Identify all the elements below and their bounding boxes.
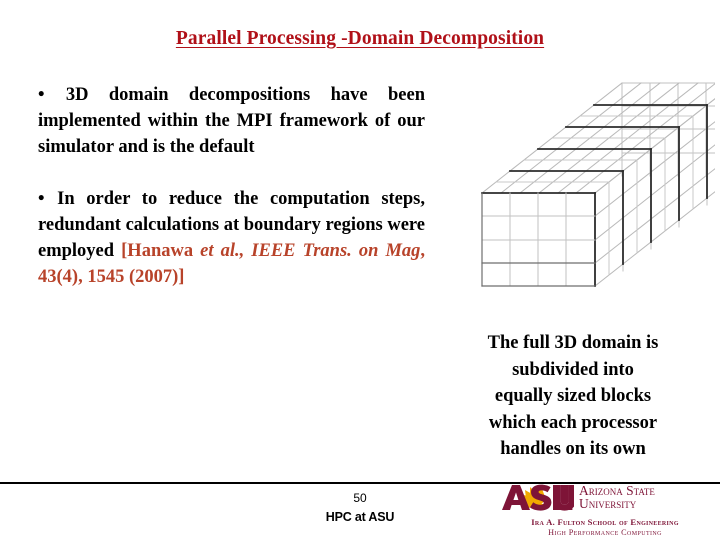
bullet-list: • 3D domain decompositions have been imp…	[38, 82, 425, 290]
caption-line-1: The full 3D domain is	[487, 333, 659, 353]
asu-monogram-icon	[500, 484, 574, 511]
page-title: Parallel Processing -Domain Decompositio…	[175, 28, 545, 49]
slide-canvas: Parallel Processing -Domain Decompositio…	[0, 0, 720, 540]
citation-italic: et al., IEEE Trans. on Mag	[200, 241, 421, 261]
footer-label: HPC at ASU	[325, 510, 395, 524]
asu-logo-mark-row: Arizona State University	[500, 484, 710, 512]
asu-wordmark: Arizona State University	[579, 484, 655, 511]
page-number: 50	[353, 491, 367, 505]
asu-sub-line-2: High Performance Computing	[548, 528, 662, 537]
caption-line-5: handles on its own	[500, 439, 646, 459]
bullet-marker-1: •	[38, 85, 46, 105]
diagram-caption: The full 3D domain is subdivided into eq…	[448, 330, 698, 463]
bullet-item-1: • 3D domain decompositions have been imp…	[38, 82, 425, 160]
asu-sub-line-1: Ira A. Fulton School of Engineering	[531, 517, 679, 527]
asu-sub-brand: Ira A. Fulton School of Engineering High…	[500, 517, 710, 537]
caption-line-2: subdivided into	[512, 359, 634, 380]
citation-prefix: [Hanawa	[121, 241, 201, 261]
bullet-text-1: 3D domain decompositions have been imple…	[38, 85, 426, 157]
asu-logo: Arizona State University Ira A. Fulton S…	[500, 484, 710, 537]
3d-domain-cube-diagram	[440, 78, 715, 313]
caption-line-4: which each processor	[488, 412, 658, 433]
asu-wordmark-line-2: University	[579, 496, 637, 511]
bullet-marker-2: •	[38, 189, 46, 209]
bullet-item-2: • In order to reduce the computation ste…	[38, 186, 425, 290]
caption-line-3: equally sized blocks	[494, 386, 652, 406]
